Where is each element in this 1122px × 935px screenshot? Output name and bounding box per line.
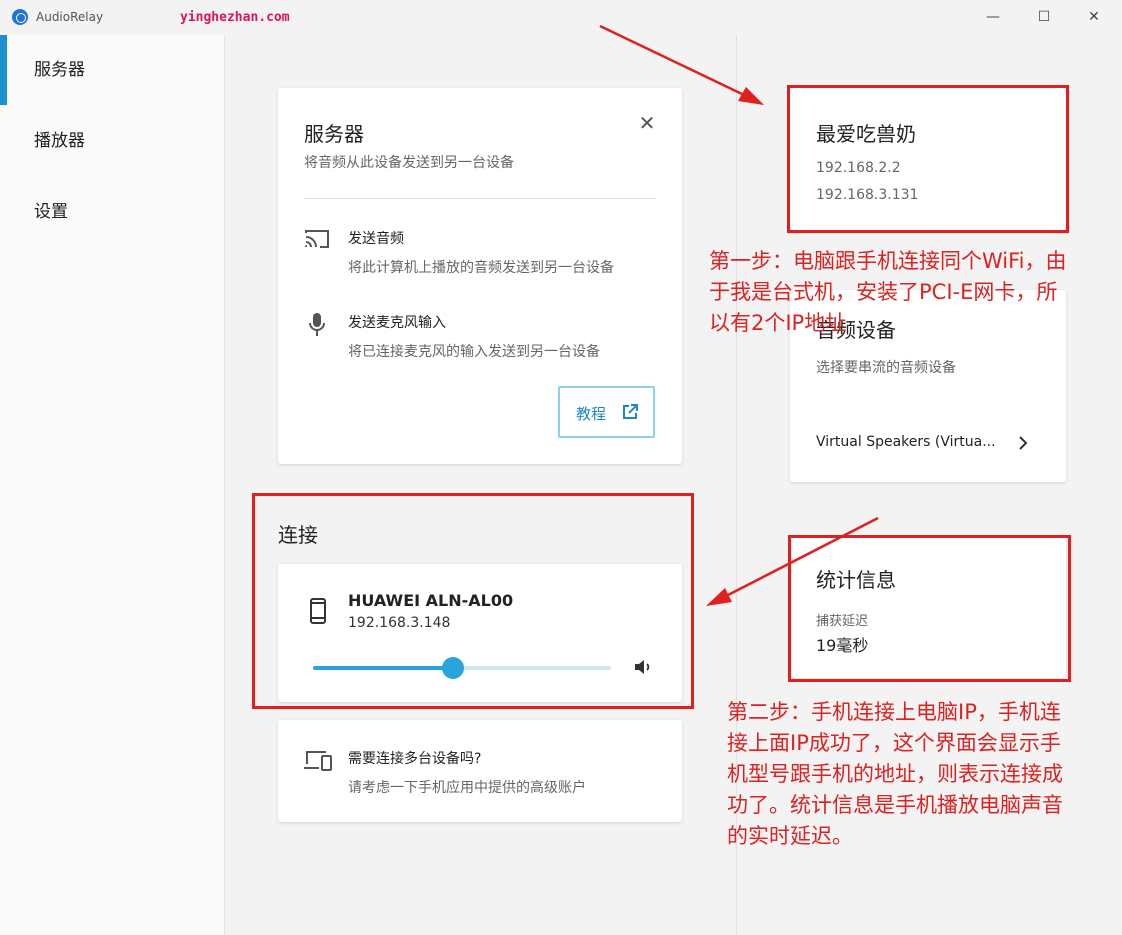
sidebar-item-label: 播放器 (34, 131, 85, 151)
close-window-button[interactable]: ✕ (1082, 6, 1106, 28)
minimize-button[interactable]: — (981, 6, 1005, 28)
annotation-box-stats (788, 535, 1071, 682)
chevron-right-icon (1019, 436, 1028, 450)
audio-device-subtitle: 选择要串流的音频设备 (816, 360, 956, 376)
annotation-step2: 第二步：手机连接上电脑IP，手机连 接上面IP成功了，这个界面会显示手 机型号跟… (727, 700, 1063, 848)
send-audio-item[interactable]: 发送音频 将此计算机上播放的音频发送到另一台设备 (304, 228, 656, 278)
sidebar-item-server[interactable]: 服务器 (0, 35, 225, 105)
arrow-head (706, 588, 732, 606)
title-bar: AudioRelay yinghezhan.com — ☐ ✕ (0, 0, 1122, 35)
sidebar: 服务器 播放器 设置 (0, 35, 225, 935)
annotation-box-host (787, 85, 1069, 233)
sidebar-item-label: 设置 (34, 202, 68, 222)
send-audio-title: 发送音频 (348, 231, 404, 247)
app-title: AudioRelay (36, 10, 104, 24)
send-audio-desc: 将此计算机上播放的音频发送到另一台设备 (348, 260, 614, 276)
send-mic-item[interactable]: 发送麦克风输入 将已连接麦克风的输入发送到另一台设备 (304, 312, 656, 362)
multi-device-title: 需要连接多台设备吗? (348, 751, 482, 767)
server-card: 服务器 将音频从此设备发送到另一台设备 ✕ 发送音频 将此计算机上播放的音频发送… (278, 88, 682, 464)
app-logo-icon (12, 9, 28, 25)
annotation-step1: 第一步：电脑跟手机连接同个WiFi，由 于我是台式机，安装了PCI-E网卡，所 … (709, 249, 1067, 335)
sidebar-item-player[interactable]: 播放器 (0, 106, 225, 176)
server-card-title: 服务器 (304, 122, 364, 146)
close-icon[interactable]: ✕ (636, 112, 658, 134)
multi-device-desc: 请考虑一下手机应用中提供的高级账户 (348, 780, 586, 796)
send-mic-desc: 将已连接麦克风的输入发送到另一台设备 (348, 344, 600, 360)
annotation-box-connection (252, 493, 694, 709)
audio-device-selector[interactable]: Virtual Speakers (Virtua... (800, 420, 1056, 464)
maximize-button[interactable]: ☐ (1032, 6, 1056, 28)
multi-device-card: 需要连接多台设备吗? 请考虑一下手机应用中提供的高级账户 (278, 720, 682, 822)
watermark: yinghezhan.com (180, 10, 290, 25)
arrow-to-host (599, 24, 743, 96)
divider (304, 198, 656, 199)
sidebar-item-settings[interactable]: 设置 (0, 177, 225, 247)
sidebar-item-label: 服务器 (34, 60, 85, 80)
arrow-head (738, 87, 764, 105)
server-card-subtitle: 将音频从此设备发送到另一台设备 (304, 155, 514, 171)
tutorial-button[interactable]: 教程 (558, 386, 655, 438)
send-mic-title: 发送麦克风输入 (348, 315, 446, 331)
selected-audio-device: Virtual Speakers (Virtua... (816, 434, 996, 450)
tutorial-label: 教程 (576, 405, 607, 423)
devices-icon (304, 751, 332, 771)
cast-icon (305, 230, 329, 248)
external-link-icon (623, 404, 638, 419)
microphone-icon (309, 313, 325, 336)
